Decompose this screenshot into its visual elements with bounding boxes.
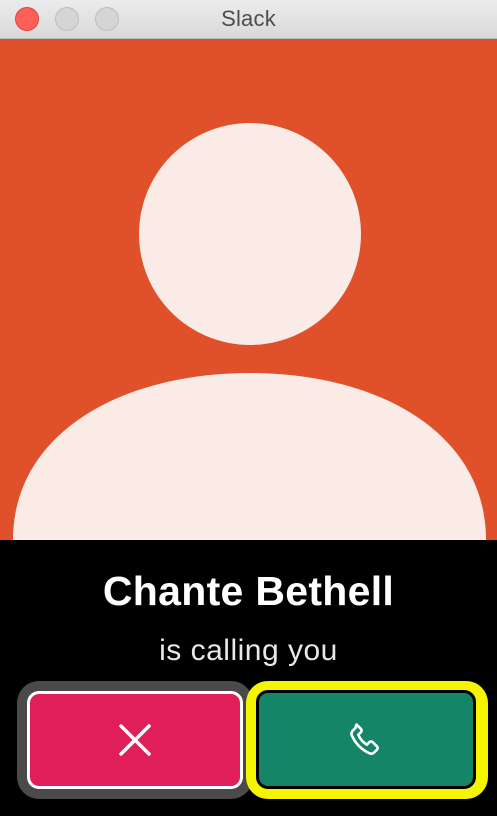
accept-call-button[interactable]	[256, 690, 476, 789]
decline-call-button[interactable]	[27, 691, 243, 789]
call-window: Slack Chante Bethell is calling you	[0, 0, 497, 816]
title-bar: Slack	[0, 0, 497, 39]
avatar-silhouette-icon	[13, 123, 486, 540]
close-icon	[119, 724, 151, 756]
caller-avatar	[0, 39, 497, 540]
phone-icon	[350, 722, 379, 755]
decline-button-focus-ring	[17, 681, 253, 799]
call-status-text: is calling you	[159, 634, 338, 667]
window-title: Slack	[221, 6, 276, 31]
caller-name: Chante Bethell	[102, 568, 395, 614]
accept-button-highlight	[246, 681, 488, 799]
